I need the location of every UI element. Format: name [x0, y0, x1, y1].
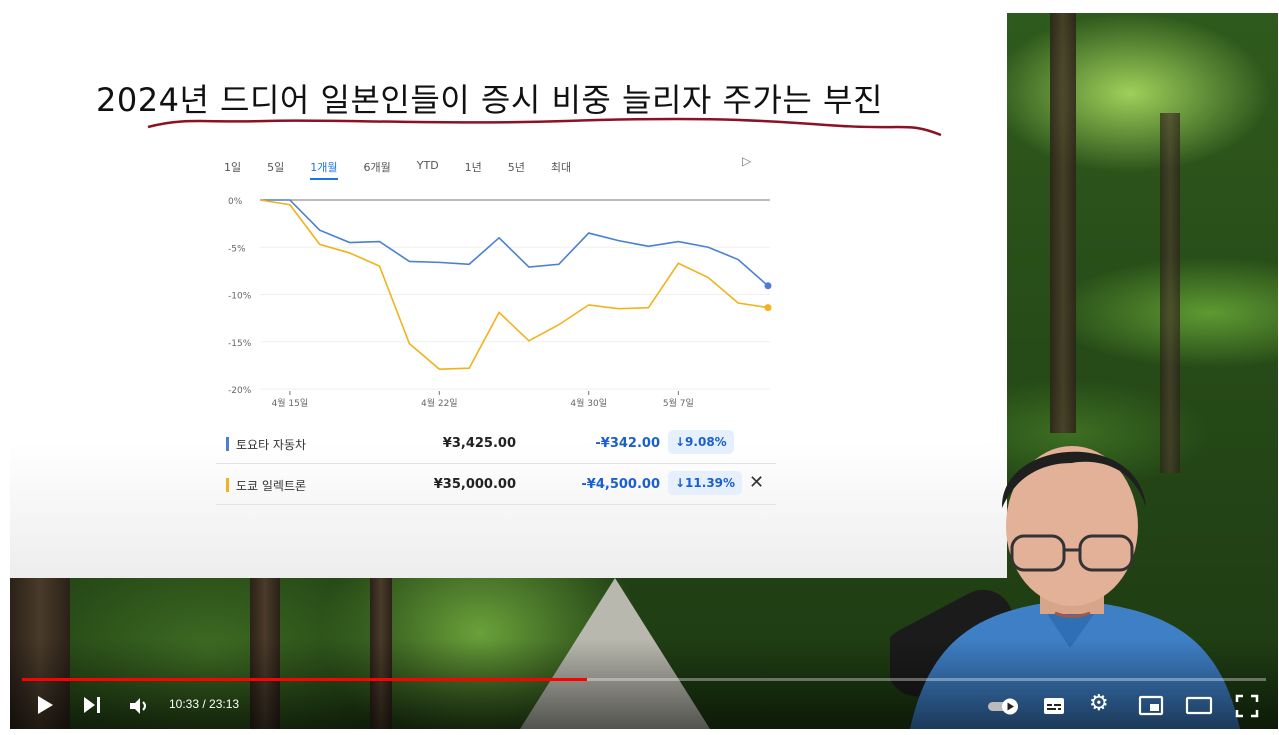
y-tick-label: 0% — [228, 197, 243, 207]
handwritten-underline — [147, 117, 942, 137]
stock-name: 토요타 자동차 — [236, 438, 307, 452]
video-player[interactable]: 2024년 드디어 일본인들이 증시 비중 늘리자 주가는 부진 ▷ 1일 5일… — [10, 13, 1278, 729]
x-tick-label: 4월 22일 — [421, 397, 458, 409]
fullscreen-icon[interactable] — [1234, 693, 1260, 719]
autoplay-toggle-icon[interactable] — [986, 695, 1022, 717]
theater-mode-icon[interactable] — [1185, 694, 1213, 718]
y-tick-label: -15% — [228, 339, 252, 349]
tab-period[interactable]: 5년 — [508, 159, 525, 180]
remove-comparison-close-icon[interactable]: ✕ — [749, 472, 764, 493]
time-display: 10:33 / 23:13 — [169, 697, 240, 711]
series-color-bar — [226, 478, 229, 492]
controls-overlay — [10, 639, 1278, 729]
tab-period[interactable]: 1년 — [465, 159, 482, 180]
tab-period[interactable]: YTD — [417, 159, 439, 180]
stock-change: -¥4,500.00 — [581, 477, 660, 492]
tab-period[interactable]: 1일 — [224, 159, 241, 180]
volume-icon[interactable] — [128, 695, 150, 717]
settings-gear-icon[interactable]: ⚙ — [1089, 691, 1109, 716]
y-tick-label: -10% — [228, 292, 252, 302]
stock-change: -¥342.00 — [595, 436, 660, 451]
stock-change-badge: ↓11.39% — [668, 471, 743, 495]
x-tick-label: 5월 7일 — [663, 397, 694, 409]
progress-bar[interactable] — [22, 678, 1266, 681]
series-line — [260, 199, 769, 287]
miniplayer-icon[interactable] — [1138, 694, 1164, 718]
x-tick-label: 4월 15일 — [272, 397, 309, 409]
presentation-slide: 2024년 드디어 일본인들이 증시 비중 늘리자 주가는 부진 ▷ 1일 5일… — [10, 13, 1007, 578]
series-line — [259, 199, 769, 370]
stock-row[interactable]: 도쿄 일렉트론 ¥35,000.00 -¥4,500.00 ↓11.39% ✕ — [216, 466, 776, 506]
series-end-point — [764, 282, 772, 290]
mouse-cursor-icon: ▷ — [742, 154, 752, 168]
stock-row[interactable]: 토요타 자동차 ¥3,425.00 -¥342.00 ↓9.08% — [216, 425, 776, 465]
divider — [216, 463, 776, 464]
period-tabs: 1일 5일 1개월 6개월 YTD 1년 5년 최대 — [224, 159, 597, 180]
stock-price: ¥35,000.00 — [433, 477, 516, 492]
y-tick-label: -5% — [228, 244, 246, 254]
play-icon[interactable] — [34, 694, 56, 716]
tab-period[interactable]: 최대 — [551, 159, 571, 180]
tab-period[interactable]: 5일 — [267, 159, 284, 180]
tab-period-active[interactable]: 1개월 — [310, 159, 338, 180]
subtitles-icon[interactable] — [1042, 694, 1066, 718]
tab-period[interactable]: 6개월 — [364, 159, 391, 180]
progress-played — [22, 678, 587, 681]
x-tick-label: 4월 30일 — [570, 397, 607, 409]
stock-price: ¥3,425.00 — [442, 436, 516, 451]
stock-line-chart: 0% -5% -10% -15% -20% 4월 15일 4월 22일 4월 30일 5월 7일 — [228, 197, 772, 409]
divider — [216, 504, 776, 505]
series-end-point — [764, 304, 772, 312]
series-color-bar — [226, 437, 229, 451]
stock-change-badge: ↓9.08% — [668, 430, 734, 454]
stock-name: 도쿄 일렉트론 — [236, 479, 307, 493]
y-tick-label: -20% — [228, 386, 252, 396]
next-icon[interactable] — [81, 694, 103, 716]
